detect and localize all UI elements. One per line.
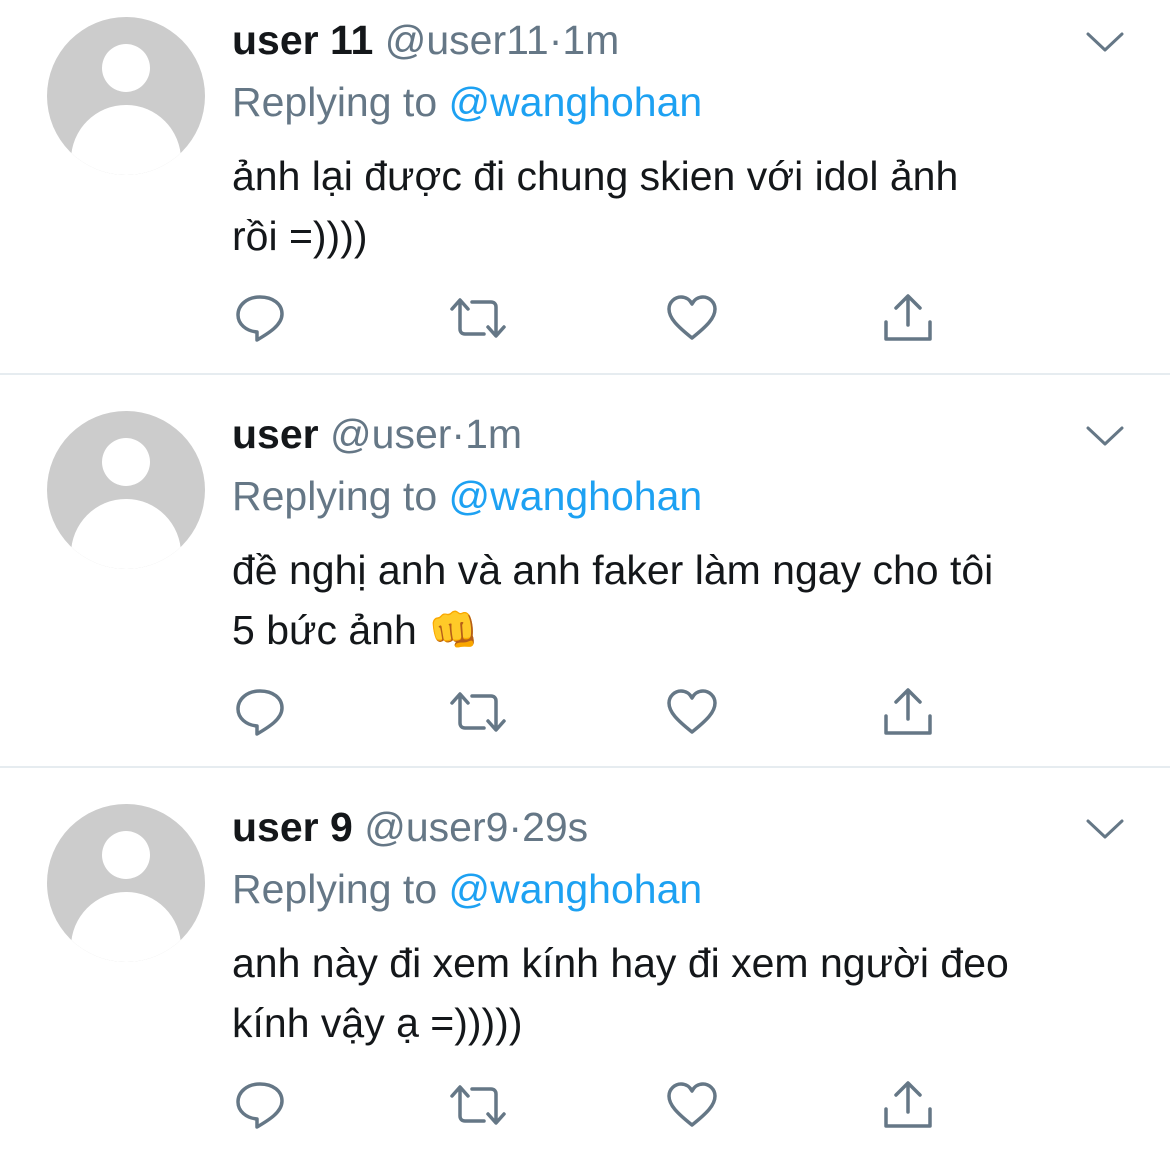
reply-icon [233,1080,287,1130]
share-button[interactable] [878,1077,938,1133]
separator-dot: · [548,17,563,63]
separator-dot: · [508,804,523,850]
tweet-header: user 9 @user9·29s [232,803,588,851]
tweet[interactable]: user 11 @user11·1m Replying to @wanghoha… [0,0,1170,392]
heart-icon [665,688,719,736]
retweet-icon [448,295,508,341]
tweet-actions [230,290,950,346]
heart-icon [665,294,719,342]
replying-to-handle[interactable]: @wanghohan [449,473,703,519]
like-button[interactable] [662,290,722,346]
reply-button[interactable] [230,290,290,346]
display-name[interactable]: user 11 [232,17,373,63]
replying-to-label: Replying to [232,473,438,519]
replying-to: Replying to @wanghohan [232,472,702,520]
chevron-down-icon[interactable] [1085,817,1125,841]
tweet-text: ảnh lại được đi chung skien với idol ảnh… [232,153,959,259]
tweet[interactable]: user 9 @user9·29s Replying to @wanghohan… [0,767,1170,1159]
replying-to-label: Replying to [232,866,438,912]
share-button[interactable] [878,290,938,346]
replying-to-handle[interactable]: @wanghohan [449,79,703,125]
replying-to: Replying to @wanghohan [232,865,702,913]
share-icon [881,292,935,344]
avatar-shoulders [71,892,181,962]
share-button[interactable] [878,684,938,740]
display-name[interactable]: user 9 [232,804,353,850]
reply-icon [233,687,287,737]
separator-dot: · [451,411,466,457]
tweet-header: user @user·1m [232,410,522,458]
avatar-shoulders [71,105,181,175]
avatar-head [102,831,150,879]
display-name[interactable]: user [232,411,319,457]
avatar-head [102,44,150,92]
avatar-shoulders [71,499,181,569]
tweet-actions [230,1077,950,1133]
timestamp[interactable]: 1m [562,17,619,63]
like-button[interactable] [662,1077,722,1133]
retweet-button[interactable] [448,684,508,740]
heart-icon [665,1081,719,1129]
user-handle[interactable]: @user9 [364,804,508,850]
tweet-text: anh này đi xem kính hay đi xem người đeo… [232,940,1009,1046]
replying-to-label: Replying to [232,79,438,125]
chevron-down-icon[interactable] [1085,30,1125,54]
avatar[interactable] [47,804,205,962]
tweet-header: user 11 @user11·1m [232,16,619,64]
reply-icon [233,293,287,343]
retweet-button[interactable] [448,290,508,346]
tweet[interactable]: user @user·1m Replying to @wanghohan đề … [0,374,1170,766]
reply-button[interactable] [230,1077,290,1133]
user-handle[interactable]: @user [330,411,451,457]
retweet-icon [448,1082,508,1128]
avatar[interactable] [47,411,205,569]
timestamp[interactable]: 29s [522,804,588,850]
retweet-button[interactable] [448,1077,508,1133]
share-icon [881,1079,935,1131]
user-handle[interactable]: @user11 [385,17,549,63]
chevron-down-icon[interactable] [1085,424,1125,448]
reply-button[interactable] [230,684,290,740]
tweet-text: đề nghị anh và anh faker làm ngay cho tô… [232,547,994,653]
like-button[interactable] [662,684,722,740]
tweet-actions [230,684,950,740]
replying-to-handle[interactable]: @wanghohan [449,866,703,912]
replying-to: Replying to @wanghohan [232,78,702,126]
timestamp[interactable]: 1m [465,411,522,457]
share-icon [881,686,935,738]
avatar[interactable] [47,17,205,175]
avatar-head [102,438,150,486]
retweet-icon [448,689,508,735]
